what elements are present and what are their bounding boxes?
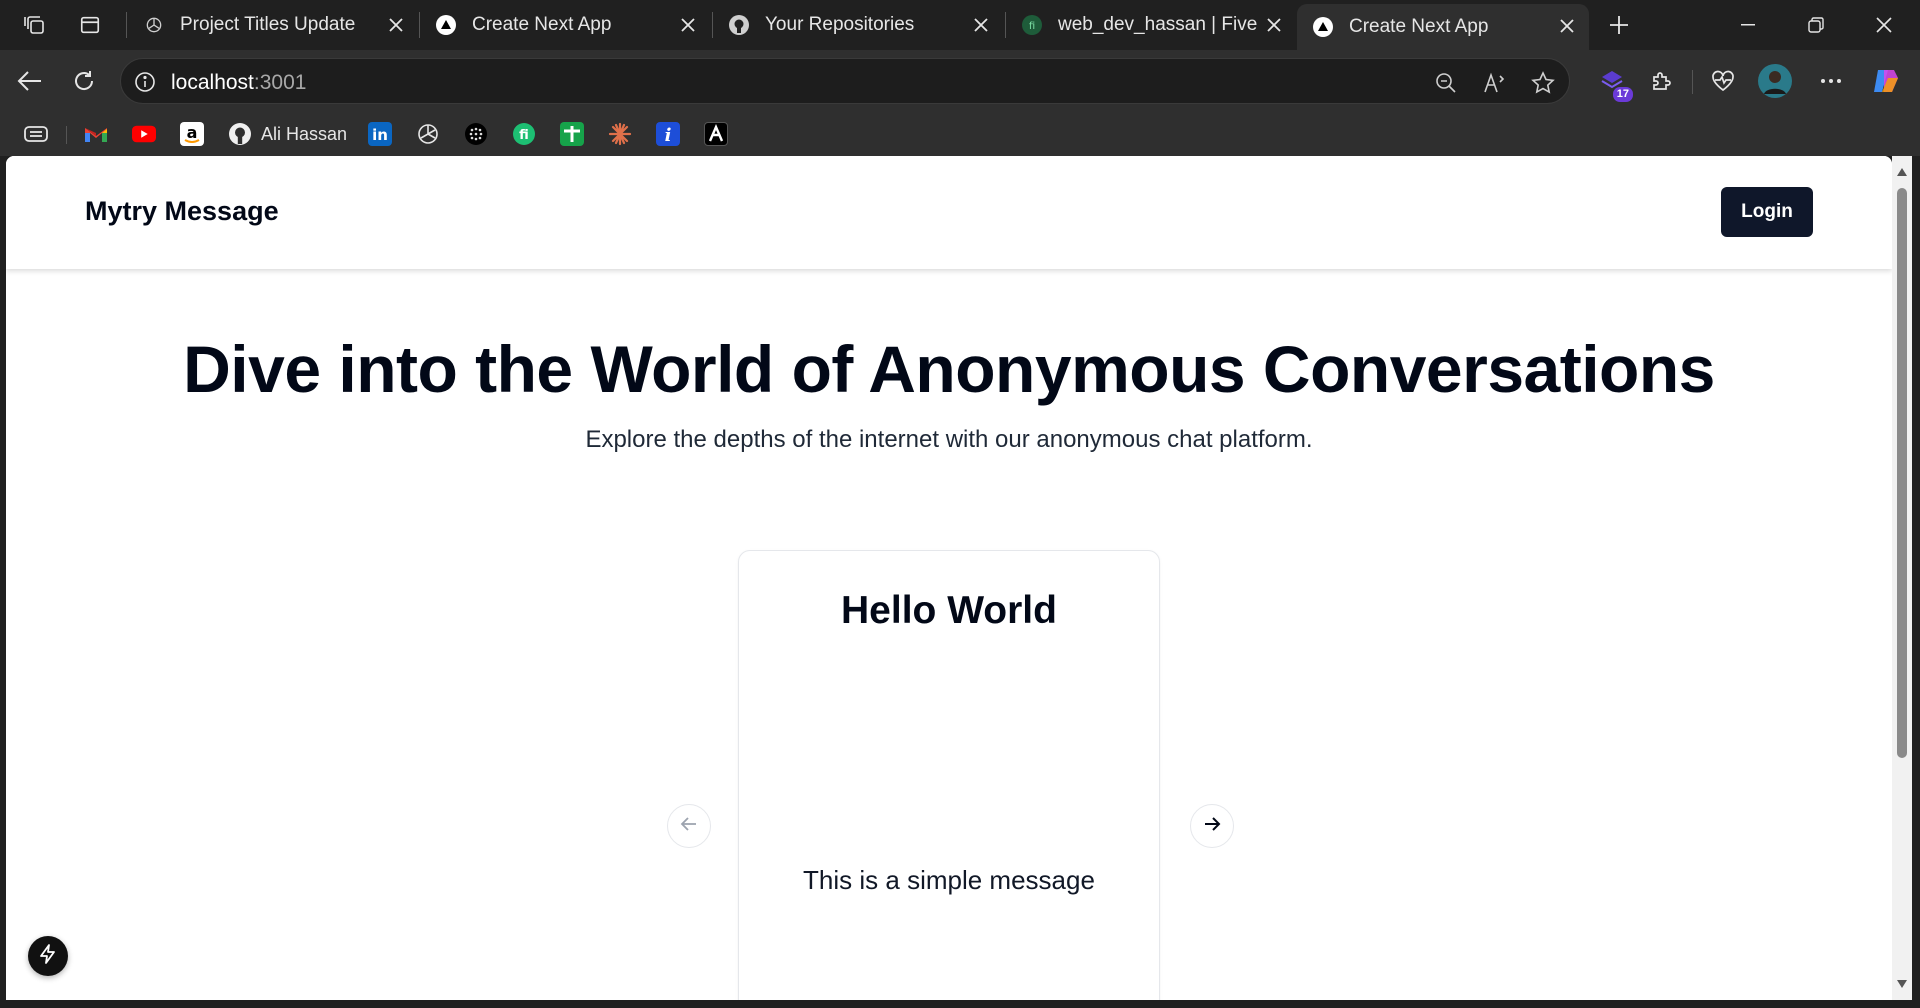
bookmarks-bar: a Ali Hassan in fi i xyxy=(0,112,1920,156)
browser-essentials-heart-icon[interactable] xyxy=(1706,64,1740,98)
bookmark-info[interactable]: i xyxy=(656,122,680,146)
scroll-up-arrow-icon[interactable] xyxy=(1896,166,1908,178)
perplexity-icon xyxy=(464,122,488,146)
tab-create-next-app-active[interactable]: Create Next App xyxy=(1297,4,1589,50)
more-menu-icon[interactable] xyxy=(1814,64,1848,98)
card-message: This is a simple message xyxy=(803,865,1095,895)
site-brand[interactable]: Mytry Message xyxy=(85,196,279,227)
extension-purple-icon[interactable]: 17 xyxy=(1595,64,1633,102)
bookmark-label: Ali Hassan xyxy=(261,123,348,144)
gmail-icon xyxy=(84,122,108,146)
bookmark-sheets[interactable] xyxy=(560,122,584,146)
github-icon xyxy=(729,15,749,35)
extension-badge: 17 xyxy=(1612,87,1633,102)
sheets-plus-icon xyxy=(560,122,584,146)
close-icon[interactable] xyxy=(384,13,408,37)
carousel-next-button[interactable] xyxy=(1190,804,1234,848)
svg-text:fi: fi xyxy=(519,128,529,143)
openai-icon xyxy=(144,15,164,35)
lightning-bolt-icon xyxy=(39,943,57,969)
site-navbar: Mytry Message Login xyxy=(6,156,1892,269)
hero-subtitle: Explore the depths of the internet with … xyxy=(585,426,1313,453)
carousel-prev-button[interactable] xyxy=(667,804,711,848)
tab-title: web_dev_hassan | Fiverr xyxy=(1058,14,1258,35)
bookmark-fiverr[interactable]: fi xyxy=(512,122,536,146)
tab-strip: Project Titles Update Create Next App Yo… xyxy=(0,0,1920,50)
nextjs-triangle-icon xyxy=(436,15,456,35)
site-info-icon[interactable] xyxy=(133,70,157,94)
close-icon[interactable] xyxy=(969,13,993,37)
reading-list-icon xyxy=(24,122,48,146)
scrollbar-thumb[interactable] xyxy=(1897,188,1907,758)
tab-fiverr[interactable]: fi web_dev_hassan | Fiverr xyxy=(1006,0,1296,50)
new-tab-button[interactable] xyxy=(1604,10,1634,40)
bookmark-linkedin[interactable]: in xyxy=(368,122,392,146)
bookmark-openai[interactable] xyxy=(416,122,440,146)
minimize-icon[interactable] xyxy=(1730,10,1766,40)
vertical-tabs-icon[interactable] xyxy=(75,10,105,40)
close-icon[interactable] xyxy=(1262,13,1286,37)
favorite-star-icon[interactable] xyxy=(1530,70,1556,96)
close-icon[interactable] xyxy=(676,13,700,37)
browser-toolbar: localhost:3001 17 xyxy=(0,50,1920,112)
tab-title: Create Next App xyxy=(472,14,612,35)
close-window-icon[interactable] xyxy=(1866,10,1902,40)
close-icon[interactable] xyxy=(1555,14,1579,38)
nextjs-devtools-button[interactable] xyxy=(28,936,68,976)
tab-title: Your Repositories xyxy=(765,14,915,35)
svg-text:fi: fi xyxy=(1029,21,1035,32)
card-title: Hello World xyxy=(841,589,1057,632)
hero-title: Dive into the World of Anonymous Convers… xyxy=(183,332,1715,406)
tab-title: Create Next App xyxy=(1349,16,1489,37)
nextjs-triangle-icon xyxy=(1313,17,1333,37)
read-aloud-icon[interactable] xyxy=(1482,70,1508,96)
bookmark-reading-list[interactable] xyxy=(24,122,48,146)
arrow-right-icon xyxy=(1203,815,1221,838)
fiverr-icon: fi xyxy=(512,122,536,146)
fiverr-icon: fi xyxy=(1022,15,1042,35)
bookmark-gmail[interactable] xyxy=(84,122,108,146)
bookmark-claude[interactable] xyxy=(608,122,632,146)
scroll-down-arrow-icon[interactable] xyxy=(1896,978,1908,990)
login-button[interactable]: Login xyxy=(1721,187,1813,237)
bookmark-amazon[interactable]: a xyxy=(180,122,204,146)
tab-create-next-app[interactable]: Create Next App xyxy=(420,0,710,50)
message-card: Hello World This is a simple message xyxy=(738,550,1160,1000)
bookmark-perplexity[interactable] xyxy=(464,122,488,146)
bookmark-notion-ai[interactable] xyxy=(704,122,728,146)
svg-text:in: in xyxy=(372,126,388,144)
svg-text:a: a xyxy=(187,123,198,142)
address-bar[interactable]: localhost:3001 xyxy=(120,58,1570,104)
page-viewport: Mytry Message Login Dive into the World … xyxy=(6,156,1892,1000)
extensions-puzzle-icon[interactable] xyxy=(1645,64,1679,98)
amazon-icon: a xyxy=(180,122,204,146)
linkedin-icon: in xyxy=(368,122,392,146)
workspaces-icon[interactable] xyxy=(20,10,50,40)
info-icon: i xyxy=(656,122,680,146)
tab-title: Project Titles Update xyxy=(180,14,356,35)
zoom-out-icon[interactable] xyxy=(1433,70,1459,96)
profile-avatar[interactable] xyxy=(1758,64,1792,98)
page-scrollbar[interactable] xyxy=(1892,156,1912,1000)
youtube-icon xyxy=(132,122,156,146)
tab-your-repositories[interactable]: Your Repositories xyxy=(713,0,1003,50)
restore-icon[interactable] xyxy=(1798,10,1834,40)
url-text[interactable]: localhost:3001 xyxy=(171,71,306,95)
refresh-icon[interactable] xyxy=(67,64,101,98)
copilot-icon[interactable] xyxy=(1869,64,1903,98)
bookmark-youtube[interactable] xyxy=(132,122,156,146)
back-arrow-icon[interactable] xyxy=(13,64,47,98)
openai-icon xyxy=(416,122,440,146)
svg-text:i: i xyxy=(665,125,672,145)
github-icon xyxy=(228,122,252,146)
notion-ai-icon xyxy=(704,122,728,146)
claude-icon xyxy=(608,122,632,146)
tab-project-titles-update[interactable]: Project Titles Update xyxy=(128,0,418,50)
bookmark-ali-hassan[interactable]: Ali Hassan xyxy=(228,122,347,146)
arrow-left-icon xyxy=(680,815,698,838)
